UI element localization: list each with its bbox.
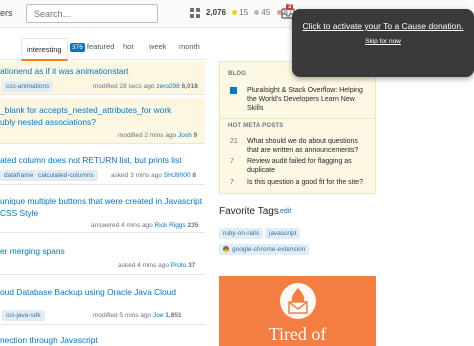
blog-heading: BLOG	[228, 71, 247, 77]
question-activity: answered 4 mins ago	[91, 222, 153, 229]
skip-link[interactable]: Skip for now	[292, 38, 474, 45]
favorite-tag-chrome[interactable]: google-chrome-extension	[219, 244, 310, 255]
question-user-rep: 9	[193, 132, 198, 139]
donation-popup: Click to activate your To a Cause donati…	[292, 9, 474, 77]
question-title-line-1[interactable]: _blank for accepts_nested_attributes_for…	[0, 104, 171, 116]
question-tag[interactable]: css-animations	[2, 81, 54, 92]
question-user[interactable]: Proto	[171, 262, 187, 269]
question-row: ated column does not RETURN list, but pr…	[0, 147, 205, 185]
favorite-tag-label: google-chrome-extension	[232, 246, 306, 253]
user-reputation[interactable]: 2,076 15 45 87	[206, 8, 292, 17]
question-user[interactable]: Rick Riggs	[155, 222, 186, 229]
question-user-rep: 6,018	[181, 83, 198, 90]
question-title-line-2[interactable]: CSS Style	[0, 207, 38, 219]
envelope-flame-icon	[280, 283, 316, 319]
question-activity: asked 4 mins ago	[118, 262, 169, 269]
meta-post-title[interactable]: What should we do about questions that a…	[247, 137, 371, 155]
activate-donation-link[interactable]: Click to activate your To a Cause donati…	[292, 21, 474, 31]
question-activity: modified 5 mins ago	[93, 312, 152, 319]
question-title-line-1[interactable]: unique multiple buttons that were create…	[0, 195, 202, 207]
tab-hot[interactable]: hot	[123, 42, 133, 51]
hot-meta-heading: HOT META POSTS	[228, 123, 284, 129]
meta-post[interactable]: 21 What should we do about questions tha…	[220, 137, 375, 157]
question-meta: answered 4 mins ago Rick Riggs 235	[91, 222, 198, 229]
question-title[interactable]: oud Database Backup using Oracle Java Cl…	[0, 286, 176, 298]
question-user-rep: 235	[187, 222, 199, 229]
search-input[interactable]	[26, 4, 158, 23]
blog-item[interactable]: Pluralsight & Stack Overflow: Helping th…	[220, 86, 375, 116]
question-tag[interactable]: calculated-columns	[34, 170, 98, 181]
tab-interesting[interactable]: interesting	[21, 38, 68, 61]
meta-post-title[interactable]: Review audit failed for flagging as dupl…	[247, 157, 371, 175]
silver-badge-icon	[254, 9, 260, 15]
community-bulletin: BLOG Pluralsight & Stack Overflow: Helpi…	[219, 61, 376, 194]
question-user[interactable]: SHJ9000	[164, 172, 191, 179]
nav-fragment[interactable]: ers	[0, 8, 13, 18]
gold-badge-count: 15	[239, 8, 249, 17]
gold-badge-icon	[232, 9, 238, 15]
question-row: ationend as if it was animationstart css…	[0, 61, 205, 95]
question-tag[interactable]: dataframe	[0, 170, 38, 181]
meta-post[interactable]: 7 Review audit failed for flagging as du…	[220, 157, 375, 177]
question-meta: asked 3 mins ago SHJ9000 8	[111, 172, 196, 179]
advertisement[interactable]: Tired of	[219, 276, 376, 346]
question-user[interactable]: Joe	[153, 312, 163, 319]
question-row: oud Database Backup using Oracle Java Cl…	[0, 281, 205, 325]
question-title[interactable]: er merging spans	[0, 245, 65, 257]
blog-item-text[interactable]: Pluralsight & Stack Overflow: Helping th…	[247, 86, 371, 113]
meta-post[interactable]: 7 Is this question a good fit for the si…	[220, 178, 375, 188]
question-user[interactable]: Josh	[178, 132, 192, 139]
favorite-tag[interactable]: javascript	[265, 228, 301, 239]
question-activity: modified 28 secs ago	[93, 83, 155, 90]
question-meta: asked 4 mins ago Proto 37	[118, 262, 195, 269]
inbox-count-badge: 3	[286, 4, 294, 10]
tab-month[interactable]: month	[179, 42, 200, 51]
question-activity: modified 2 mins ago	[118, 132, 177, 139]
question-row: unique multiple buttons that were create…	[0, 189, 205, 233]
tab-week[interactable]: week	[149, 42, 167, 51]
question-user[interactable]: zero298	[156, 83, 180, 90]
achievements-icon[interactable]	[189, 7, 202, 20]
question-row: er merging spans asked 4 mins ago Proto …	[0, 239, 205, 275]
tab-featured-label: featured	[86, 42, 115, 51]
question-user-rep: 1,851	[165, 312, 182, 319]
favorite-tags-title: Favorite Tags	[219, 206, 279, 217]
question-title-line-2[interactable]: ubly nested associations?	[0, 116, 96, 128]
question-row: nection through Javascript	[0, 330, 205, 346]
question-meta: modified 5 mins ago Joe 1,851	[93, 312, 182, 319]
question-title[interactable]: ationend as if it was animationstart	[0, 65, 128, 77]
reputation-value: 2,076	[206, 8, 227, 17]
ad-headline: Tired of	[268, 324, 327, 344]
question-user-rep: 8	[192, 172, 196, 179]
widget-divider	[220, 118, 375, 119]
meta-post-count: 21	[230, 138, 238, 145]
question-user-rep: 37	[188, 262, 196, 269]
question-row: _blank for accepts_nested_attributes_for…	[0, 98, 205, 144]
question-activity: asked 3 mins ago	[111, 172, 162, 179]
tab-featured[interactable]: 376 featured	[70, 42, 115, 52]
question-title[interactable]: ated column does not RETURN list, but pr…	[0, 154, 182, 166]
chrome-icon	[223, 246, 229, 253]
question-tag[interactable]: oci-java-sdk	[2, 310, 45, 321]
favorite-tags-edit-link[interactable]: edit	[280, 208, 291, 215]
featured-count-badge: 376	[70, 43, 85, 52]
meta-post-count: 7	[230, 179, 234, 186]
question-filter-tabs: interesting 376 featured hot week month	[0, 36, 205, 61]
question-meta: modified 2 mins ago Josh 9	[118, 132, 197, 139]
question-meta: modified 28 secs ago zero298 6,018	[93, 83, 198, 90]
meta-post-count: 7	[230, 158, 234, 165]
favorite-tag[interactable]: ruby-on-rails	[219, 228, 264, 239]
pencil-icon	[230, 87, 237, 94]
meta-post-title[interactable]: Is this question a good fit for the site…	[247, 178, 371, 187]
silver-badge-count: 45	[261, 8, 271, 17]
question-title[interactable]: nection through Javascript	[0, 334, 98, 346]
